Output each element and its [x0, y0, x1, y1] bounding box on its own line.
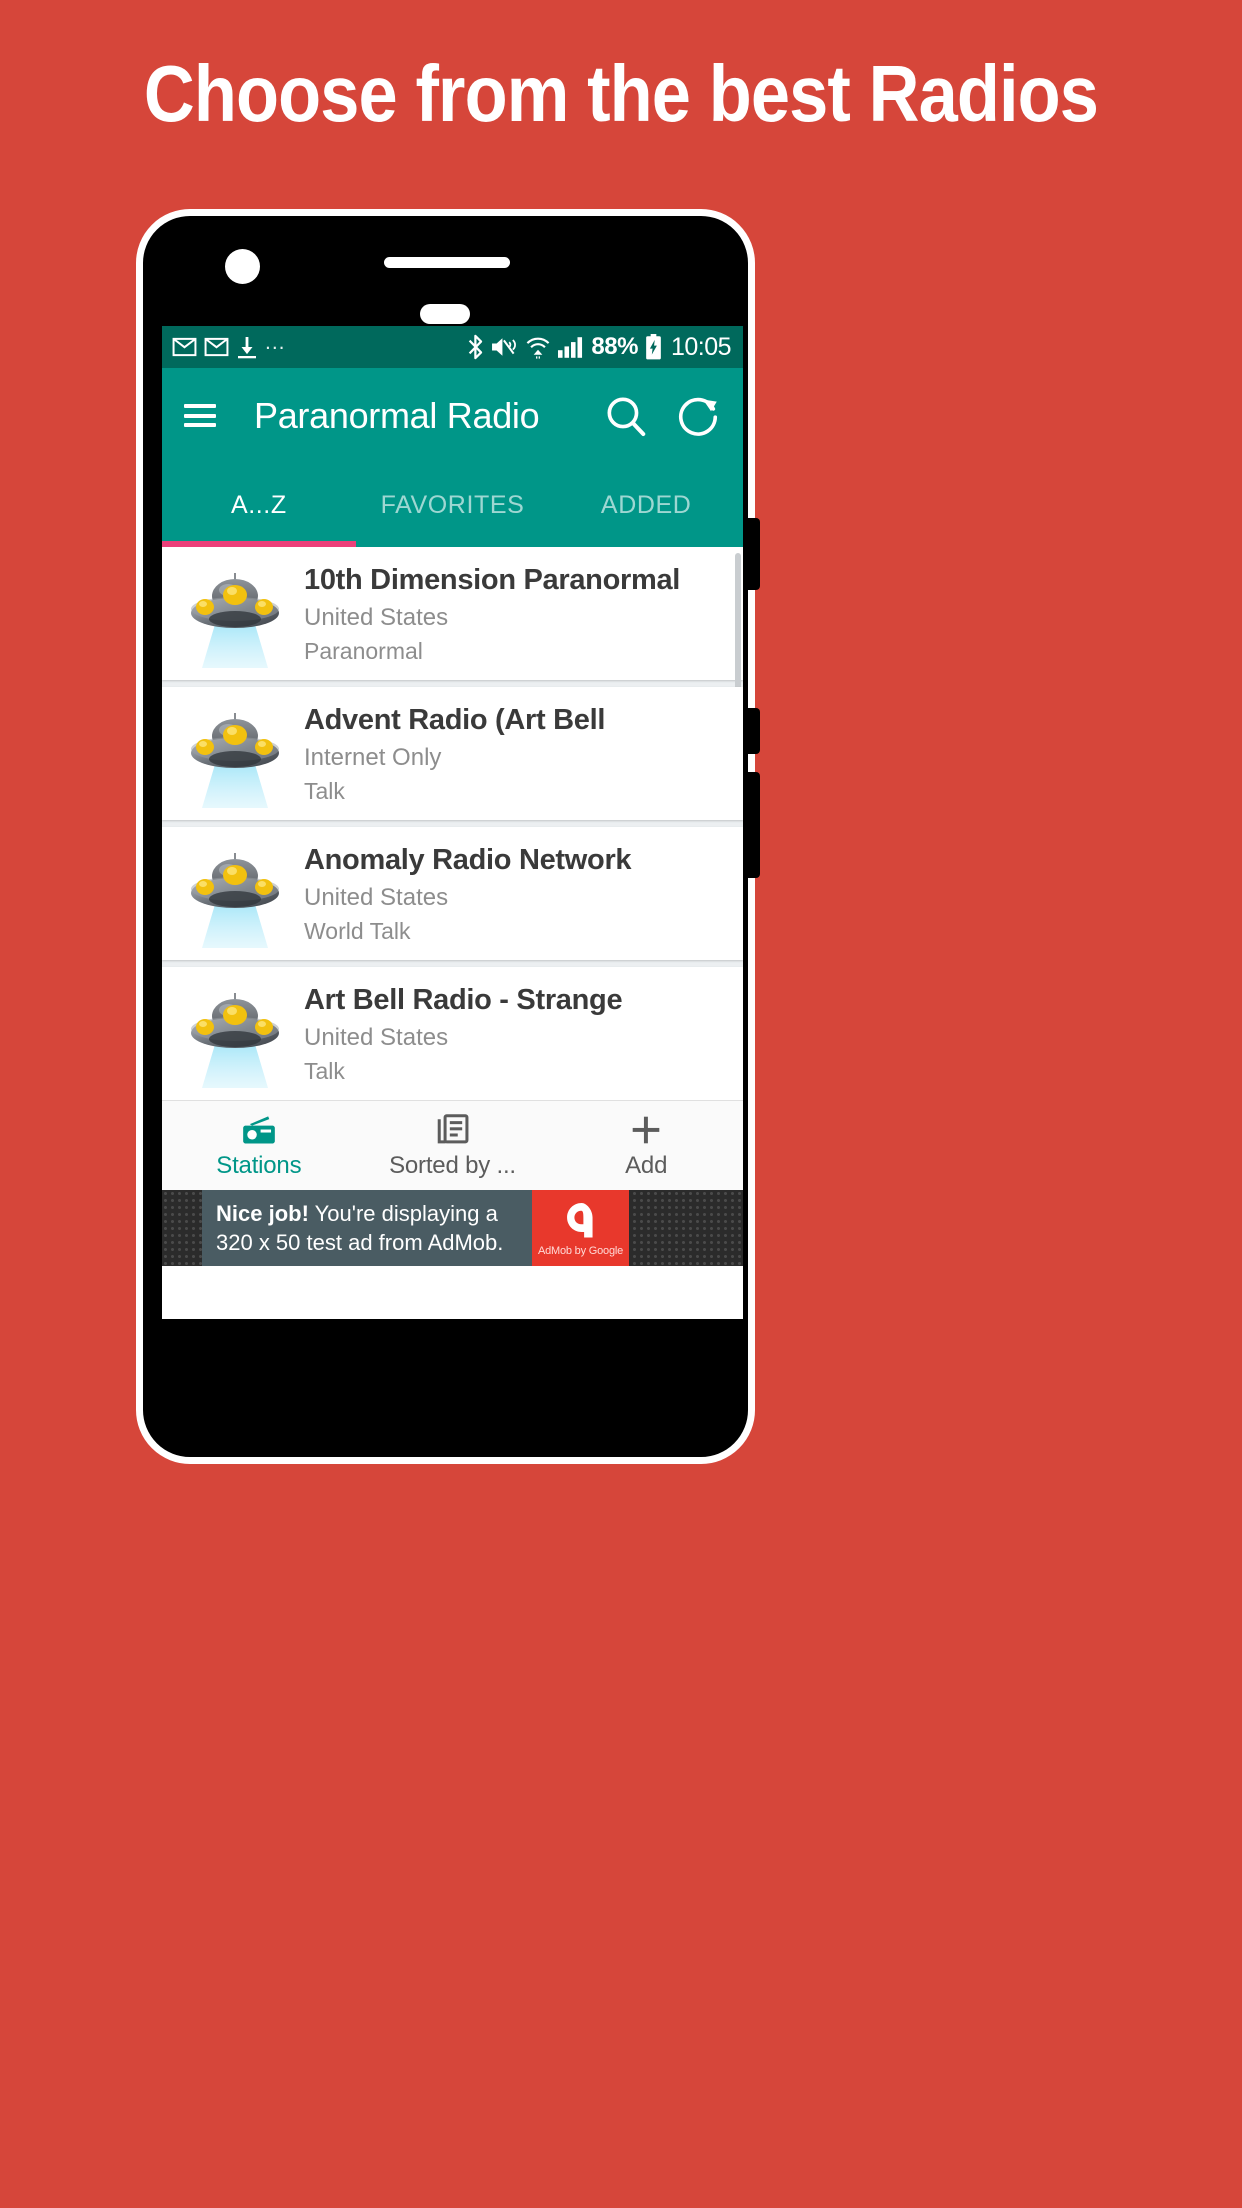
admob-brand-label: AdMob by Google — [537, 1245, 624, 1257]
tab-favorites[interactable]: FAVORITES — [356, 463, 550, 547]
power-button — [748, 518, 760, 590]
volume-up-button — [748, 708, 760, 754]
nav-label-stations: Stations — [216, 1152, 302, 1179]
gmail-icon — [204, 337, 229, 357]
phone-screen: ... 88% 10:05 Paranormal Radio A...Z FAV… — [162, 326, 743, 1319]
clock-label: 10:05 — [670, 332, 732, 361]
station-genre: Paranormal — [304, 637, 423, 664]
admob-logo[interactable]: AdMob by Google — [532, 1190, 629, 1266]
hamburger-icon[interactable] — [184, 404, 216, 427]
station-genre: Talk — [304, 777, 345, 804]
list-item-meta: Advent Radio (Art Bell Internet Only Tal… — [304, 702, 743, 806]
station-genre: Talk — [304, 1057, 345, 1084]
nav-item-sorted-by[interactable]: Sorted by ... — [356, 1101, 550, 1190]
battery-percent-label: 88% — [591, 333, 638, 360]
station-country: United States — [304, 1023, 449, 1051]
signal-icon — [558, 336, 583, 358]
ufo-icon — [176, 695, 294, 813]
status-bar-right: 88% 10:05 — [467, 332, 732, 362]
list-item[interactable]: 10th Dimension Paranormal United States … — [162, 547, 743, 701]
download-icon — [238, 336, 256, 358]
wifi-icon — [527, 337, 550, 359]
ufo-icon — [176, 555, 294, 673]
station-name: Anomaly Radio Network — [304, 843, 632, 876]
list-item-meta: Art Bell Radio - Strange United States T… — [304, 982, 743, 1086]
front-camera-icon — [225, 249, 260, 284]
status-more-indicator: ... — [265, 331, 286, 354]
radio-icon — [242, 1116, 275, 1144]
bottom-nav: Stations Sorted by ... Add — [162, 1100, 743, 1190]
admob-glyph-icon — [566, 1203, 593, 1238]
list-item-meta: 10th Dimension Paranormal United States … — [304, 562, 743, 666]
station-country: United States — [304, 603, 449, 631]
station-name: Art Bell Radio - Strange — [304, 983, 623, 1016]
plus-icon — [632, 1116, 660, 1144]
list-item[interactable]: Advent Radio (Art Bell Internet Only Tal… — [162, 687, 743, 820]
list-item[interactable]: Anomaly Radio Network United States Worl… — [162, 827, 743, 960]
app-bar: Paranormal Radio — [162, 368, 743, 463]
bluetooth-icon — [469, 334, 483, 360]
list-item[interactable]: Art Bell Radio - Strange United States T… — [162, 967, 743, 1100]
nav-item-stations[interactable]: Stations — [162, 1101, 356, 1190]
ad-lead-text: Nice job! — [216, 1201, 309, 1226]
page-title: Choose from the best Radios — [143, 49, 1099, 138]
status-bar: ... 88% 10:05 — [162, 326, 743, 368]
station-name: 10th Dimension Paranormal — [304, 563, 681, 596]
station-list[interactable]: 10th Dimension Paranormal United States … — [162, 547, 743, 1100]
ufo-icon — [176, 975, 294, 1093]
earpiece-speaker — [384, 257, 510, 268]
volume-down-button — [748, 772, 760, 878]
station-country: Internet Only — [304, 743, 442, 771]
app-title: Paranormal Radio — [254, 394, 540, 436]
tab-a-z[interactable]: A...Z — [162, 463, 356, 547]
nav-label-add: Add — [625, 1152, 668, 1179]
tab-bar: A...Z FAVORITES ADDED — [162, 463, 743, 547]
home-button — [420, 304, 470, 324]
refresh-icon[interactable] — [675, 393, 721, 439]
mute-vibrate-icon — [492, 338, 517, 356]
phone-mockup: ... 88% 10:05 Paranormal Radio A...Z FAV… — [136, 209, 760, 1464]
battery-charging-icon — [646, 334, 661, 360]
station-country: United States — [304, 883, 449, 911]
list-item-meta: Anomaly Radio Network United States Worl… — [304, 842, 743, 946]
scrollbar[interactable] — [735, 553, 741, 701]
ad-text-area: Nice job! You're displaying a 320 x 50 t… — [202, 1190, 532, 1266]
nav-label-sorted-by: Sorted by ... — [389, 1152, 516, 1179]
ad-banner[interactable]: Nice job! You're displaying a 320 x 50 t… — [162, 1190, 743, 1266]
list-icon — [437, 1114, 468, 1144]
search-icon[interactable] — [603, 393, 649, 439]
tab-added[interactable]: ADDED — [549, 463, 743, 547]
status-bar-left: ... — [172, 331, 467, 359]
station-name: Advent Radio (Art Bell — [304, 703, 606, 736]
gmail-icon — [172, 337, 197, 357]
nav-item-add[interactable]: Add — [549, 1101, 743, 1190]
station-genre: World Talk — [304, 917, 411, 944]
ufo-icon — [176, 835, 294, 953]
